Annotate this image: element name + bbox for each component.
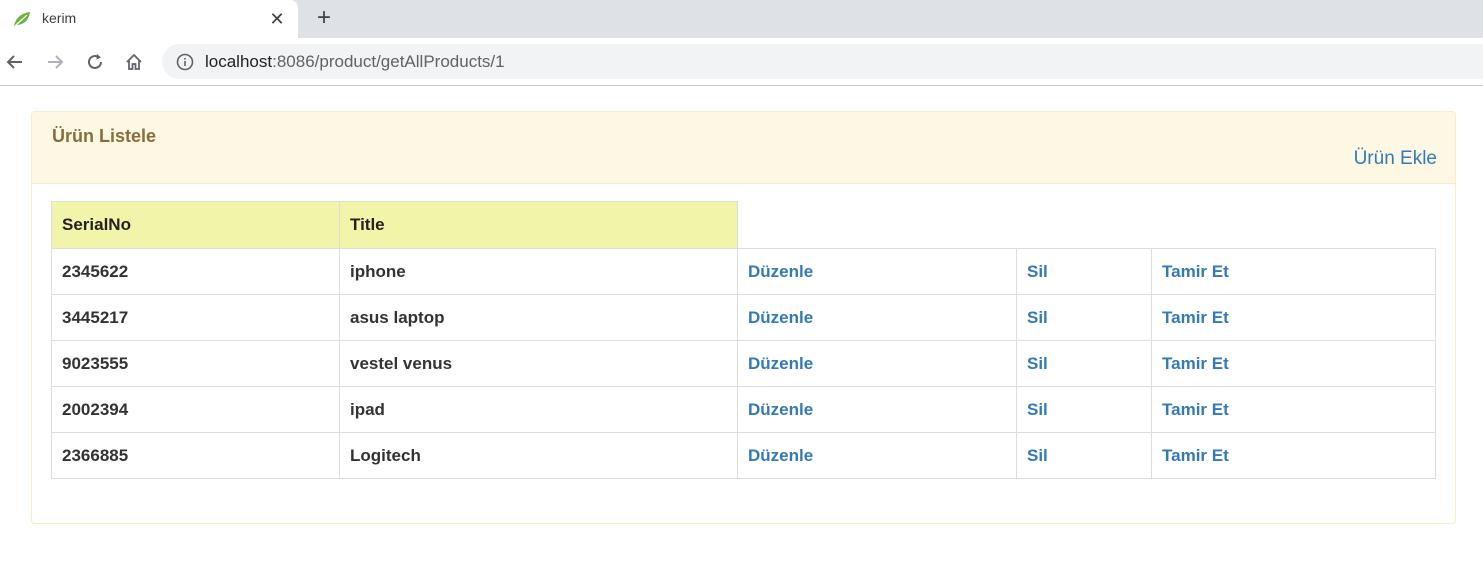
delete-cell: Sil: [1016, 294, 1152, 341]
table-row: 2002394 ipad Düzenle Sil Tamir Et: [51, 386, 1436, 433]
browser-tabstrip: kerim ✕ +: [0, 0, 1483, 38]
arrow-right-icon[interactable]: [41, 48, 69, 76]
product-list-panel: Ürün Listele Ürün Ekle SerialNo Title 23…: [31, 111, 1456, 524]
edit-link[interactable]: Düzenle: [748, 446, 813, 465]
page-title: Ürün Listele: [52, 126, 157, 146]
repair-cell: Tamir Et: [1151, 432, 1436, 479]
delete-link[interactable]: Sil: [1027, 446, 1048, 465]
home-icon[interactable]: [120, 48, 148, 76]
delete-cell: Sil: [1016, 386, 1152, 433]
edit-cell: Düzenle: [737, 340, 1017, 387]
plus-icon[interactable]: +: [310, 5, 338, 33]
url-text: localhost:8086/product/getAllProducts/1: [205, 52, 505, 72]
title-cell: ipad: [339, 386, 738, 433]
repair-cell: Tamir Et: [1151, 294, 1436, 341]
delete-cell: Sil: [1016, 340, 1152, 387]
repair-link[interactable]: Tamir Et: [1162, 446, 1229, 465]
url-host: localhost: [205, 52, 273, 71]
table-row: 9023555 vestel venus Düzenle Sil Tamir E…: [51, 340, 1436, 387]
panel-heading: Ürün Listele Ürün Ekle: [32, 112, 1455, 184]
serial-cell: 9023555: [51, 340, 340, 387]
address-bar[interactable]: localhost:8086/product/getAllProducts/1: [162, 44, 1483, 79]
header-spacer: [737, 201, 1017, 249]
repair-cell: Tamir Et: [1151, 340, 1436, 387]
browser-tab[interactable]: kerim ✕: [0, 0, 298, 38]
column-header-serial: SerialNo: [51, 201, 340, 249]
title-cell: iphone: [339, 248, 738, 295]
serial-cell: 2366885: [51, 432, 340, 479]
add-product-link[interactable]: Ürün Ekle: [1354, 148, 1437, 170]
product-table: SerialNo Title 2345622 iphone Düzenle Si…: [51, 201, 1436, 479]
delete-link[interactable]: Sil: [1027, 354, 1048, 373]
edit-cell: Düzenle: [737, 248, 1017, 295]
repair-cell: Tamir Et: [1151, 248, 1436, 295]
repair-cell: Tamir Et: [1151, 386, 1436, 433]
info-icon[interactable]: [176, 53, 194, 71]
repair-link[interactable]: Tamir Et: [1162, 400, 1229, 419]
delete-cell: Sil: [1016, 432, 1152, 479]
table-row: 2366885 Logitech Düzenle Sil Tamir Et: [51, 432, 1436, 479]
serial-cell: 2002394: [51, 386, 340, 433]
tab-title: kerim: [42, 10, 77, 26]
edit-link[interactable]: Düzenle: [748, 400, 813, 419]
close-icon[interactable]: ✕: [266, 8, 288, 30]
delete-link[interactable]: Sil: [1027, 262, 1048, 281]
title-cell: vestel venus: [339, 340, 738, 387]
title-cell: asus laptop: [339, 294, 738, 341]
delete-link[interactable]: Sil: [1027, 308, 1048, 327]
delete-link[interactable]: Sil: [1027, 400, 1048, 419]
edit-link[interactable]: Düzenle: [748, 262, 813, 281]
edit-link[interactable]: Düzenle: [748, 308, 813, 327]
edit-link[interactable]: Düzenle: [748, 354, 813, 373]
title-cell: Logitech: [339, 432, 738, 479]
column-header-title: Title: [339, 201, 738, 249]
arrow-left-icon[interactable]: [1, 48, 29, 76]
delete-cell: Sil: [1016, 248, 1152, 295]
table-row: 2345622 iphone Düzenle Sil Tamir Et: [51, 248, 1436, 295]
edit-cell: Düzenle: [737, 294, 1017, 341]
header-spacer: [1151, 201, 1436, 249]
header-spacer: [1016, 201, 1152, 249]
table-header-row: SerialNo Title: [51, 201, 1436, 249]
repair-link[interactable]: Tamir Et: [1162, 308, 1229, 327]
edit-cell: Düzenle: [737, 386, 1017, 433]
spring-leaf-icon: [12, 9, 32, 29]
browser-toolbar: localhost:8086/product/getAllProducts/1: [0, 38, 1483, 86]
repair-link[interactable]: Tamir Et: [1162, 262, 1229, 281]
edit-cell: Düzenle: [737, 432, 1017, 479]
url-path: :8086/product/getAllProducts/1: [272, 52, 505, 71]
reload-icon[interactable]: [81, 48, 109, 76]
table-row: 3445217 asus laptop Düzenle Sil Tamir Et: [51, 294, 1436, 341]
serial-cell: 3445217: [51, 294, 340, 341]
serial-cell: 2345622: [51, 248, 340, 295]
repair-link[interactable]: Tamir Et: [1162, 354, 1229, 373]
